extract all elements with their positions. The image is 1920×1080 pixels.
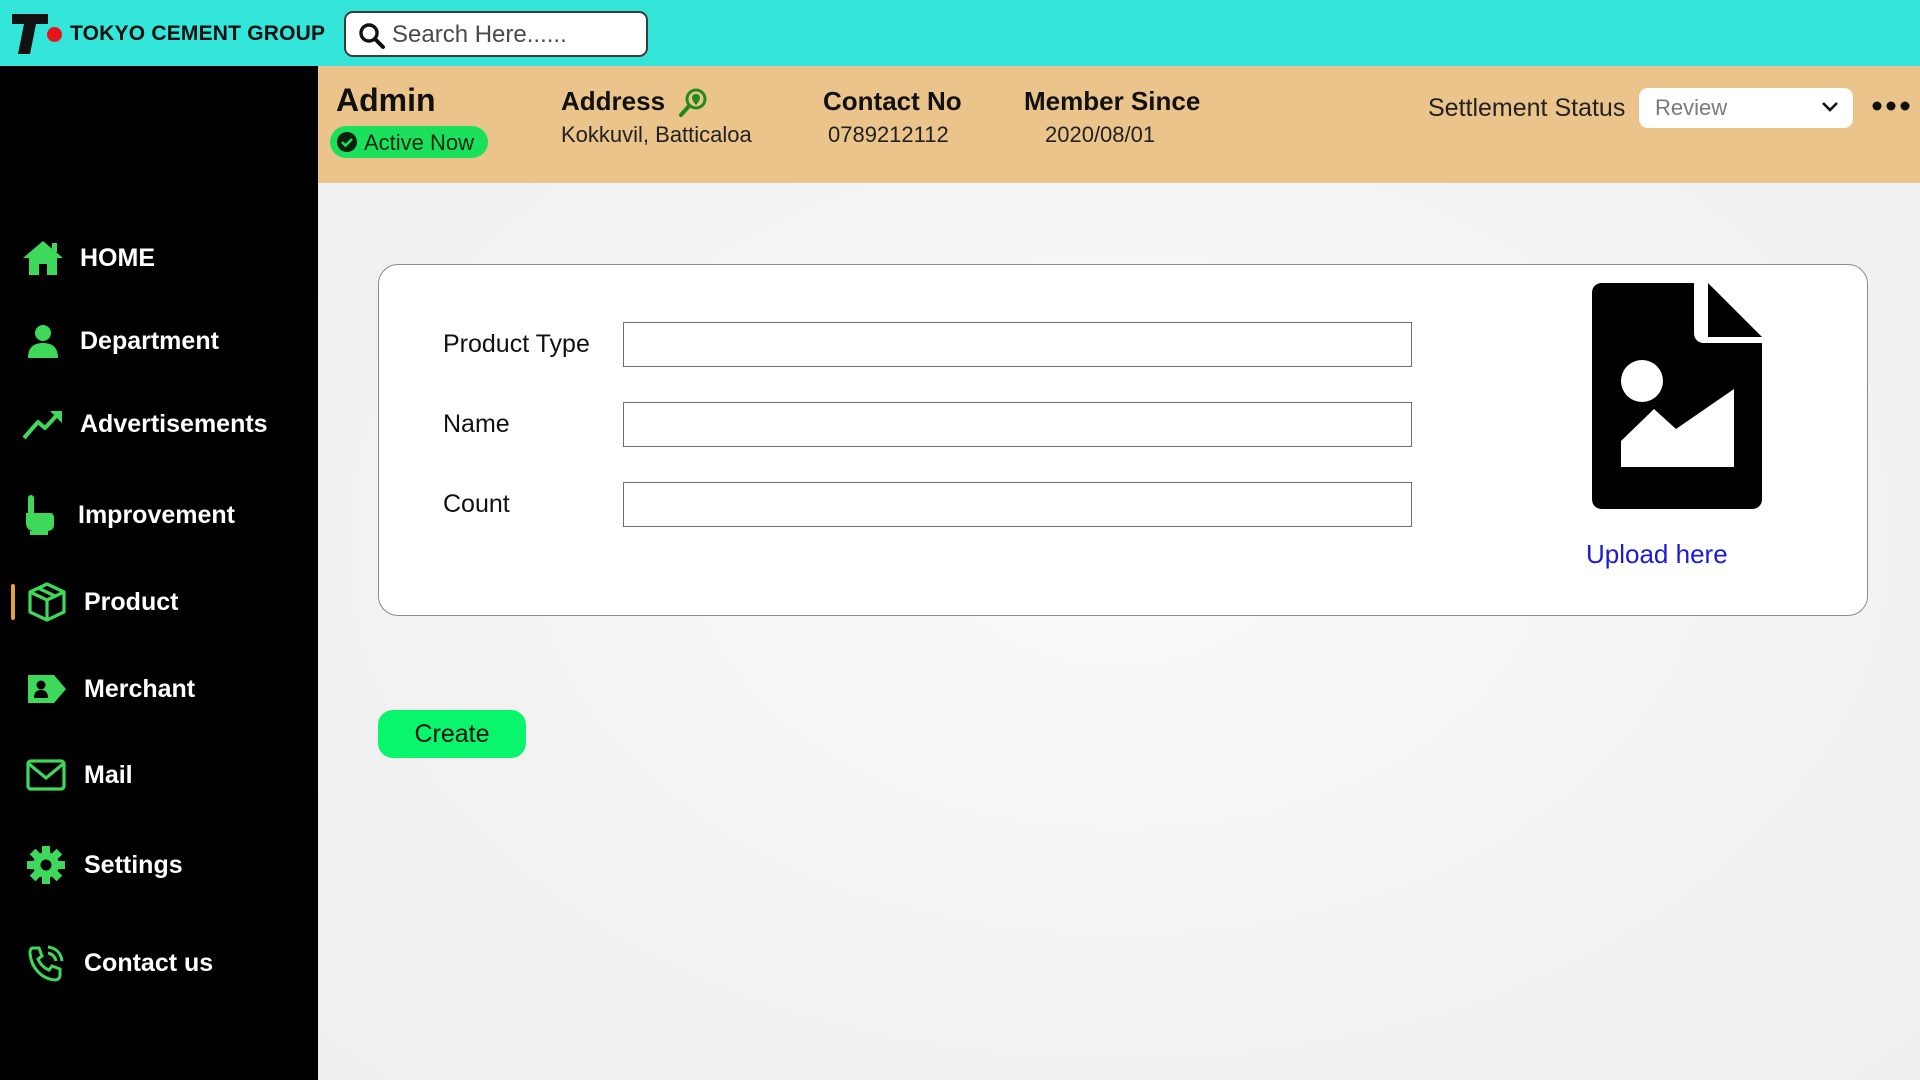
sidebar: HOME Department Advertisements Improveme…: [0, 66, 318, 1080]
user-icon: [28, 325, 58, 358]
sidebar-item-improvement[interactable]: Improvement: [0, 487, 318, 543]
brand-logo-dot: [47, 27, 62, 42]
chevron-down-icon: [1822, 102, 1838, 112]
count-label: Count: [443, 490, 510, 518]
name-input[interactable]: [623, 402, 1412, 447]
product-type-input[interactable]: [623, 322, 1412, 367]
product-form-card: Product Type Name Count Upload here: [378, 264, 1868, 616]
gear-icon: [27, 846, 65, 884]
sidebar-item-label: Settings: [84, 851, 183, 879]
sidebar-item-advertisements[interactable]: Advertisements: [0, 396, 318, 452]
merchant-tag-icon: [28, 675, 66, 703]
search-box[interactable]: [344, 11, 648, 57]
sidebar-item-contact-us[interactable]: Contact us: [0, 935, 318, 991]
mail-icon: [26, 759, 66, 791]
search-input[interactable]: [392, 19, 638, 51]
settlement-status-label: Settlement Status: [1428, 94, 1626, 122]
sidebar-item-label: Merchant: [84, 675, 196, 703]
image-file-icon[interactable]: [1592, 283, 1762, 509]
active-indicator: [11, 584, 15, 620]
member-since-value: 2020/08/01: [1045, 122, 1156, 147]
status-text: Active Now: [364, 130, 475, 155]
upload-link[interactable]: Upload here: [1586, 539, 1728, 570]
sidebar-item-label: Advertisements: [80, 410, 268, 438]
sidebar-item-product[interactable]: Product: [0, 574, 318, 630]
status-badge: Active Now: [330, 126, 488, 158]
member-since-label: Member Since: [1024, 86, 1201, 116]
profile-info-bar: Admin Active Now Address Kokkuvil, Batti…: [318, 66, 1920, 183]
location-search-icon[interactable]: [678, 86, 710, 118]
sidebar-item-label: HOME: [80, 244, 155, 272]
search-icon: [359, 23, 385, 49]
home-icon: [23, 241, 63, 275]
contact-value: 0789212112: [828, 122, 949, 147]
sidebar-item-label: Contact us: [84, 949, 214, 977]
main-content: Product Type Name Count Upload here Crea…: [318, 183, 1920, 1080]
check-circle-icon: [337, 132, 357, 152]
page-title: Admin: [336, 82, 436, 118]
sidebar-item-label: Mail: [84, 761, 133, 789]
top-bar: TOKYO CEMENT GROUP: [0, 0, 1920, 66]
brand-name: TOKYO CEMENT GROUP: [70, 22, 326, 45]
count-input[interactable]: [623, 482, 1412, 527]
sidebar-item-settings[interactable]: Settings: [0, 837, 318, 893]
settlement-status-value: Review: [1655, 95, 1728, 120]
sidebar-item-label: Improvement: [78, 501, 235, 529]
sidebar-item-merchant[interactable]: Merchant: [0, 661, 318, 717]
phone-icon: [28, 945, 64, 982]
trend-arrow-icon: [22, 411, 62, 440]
create-button[interactable]: Create: [378, 710, 526, 758]
settlement-status-select[interactable]: Review: [1639, 88, 1853, 128]
sidebar-item-department[interactable]: Department: [0, 313, 318, 369]
sidebar-item-label: Department: [80, 327, 219, 355]
contact-label: Contact No: [823, 86, 962, 116]
box-icon: [28, 582, 66, 622]
product-type-label: Product Type: [443, 330, 590, 358]
address-value: Kokkuvil, Batticaloa: [561, 122, 752, 147]
sidebar-item-label: Product: [84, 588, 179, 616]
more-options-icon[interactable]: [1871, 96, 1911, 116]
sidebar-item-mail[interactable]: Mail: [0, 747, 318, 803]
brand-logo: [12, 14, 48, 54]
address-label: Address: [561, 86, 666, 116]
sidebar-item-home[interactable]: HOME: [0, 230, 318, 286]
name-label: Name: [443, 410, 510, 438]
hand-pointer-icon: [26, 495, 54, 535]
